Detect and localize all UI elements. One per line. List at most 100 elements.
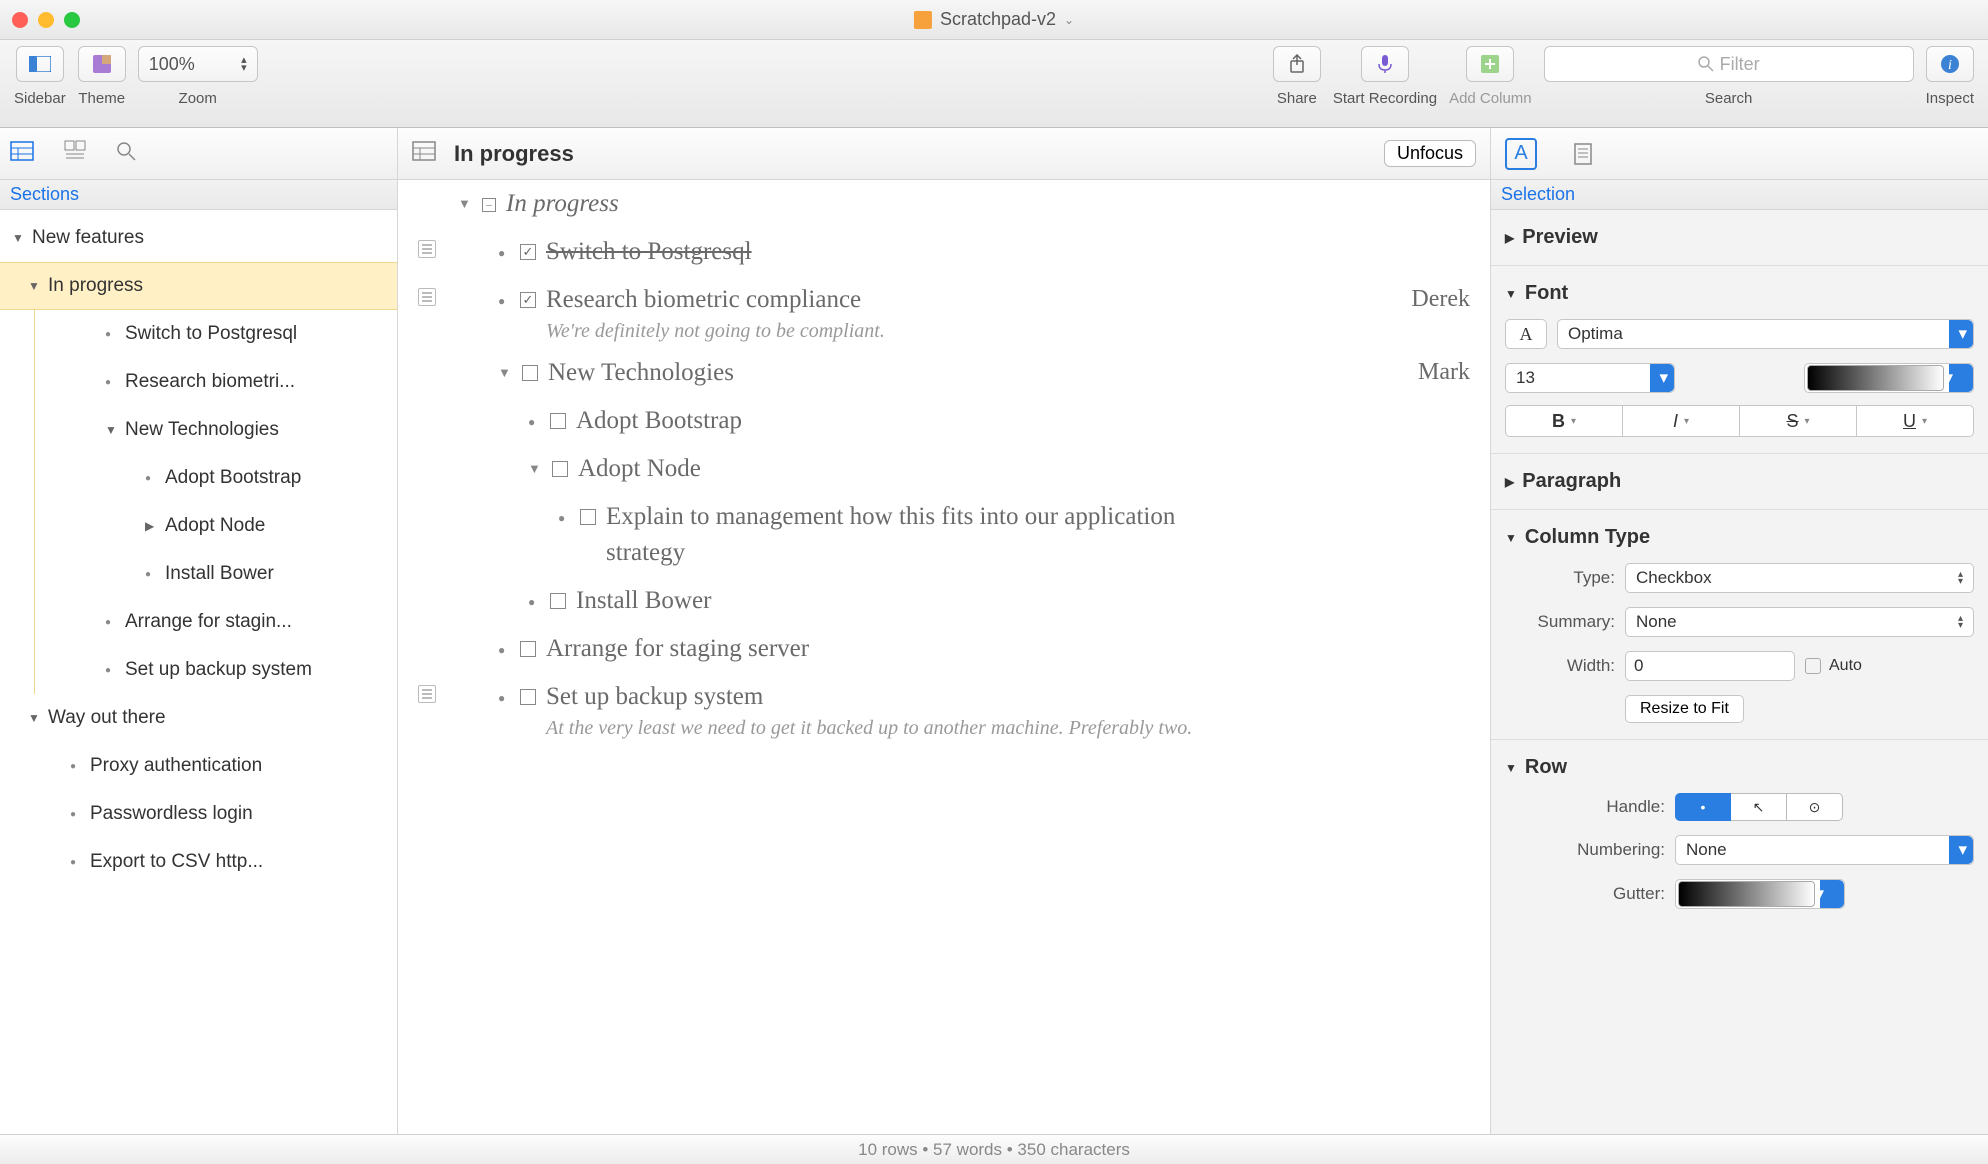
sidebar-button[interactable] bbox=[16, 46, 64, 82]
handle-option-2[interactable]: ↖ bbox=[1731, 793, 1787, 821]
note-icon[interactable] bbox=[418, 288, 436, 306]
mixed-checkbox-icon[interactable]: – bbox=[482, 198, 496, 212]
outline-row-adopt-bootstrap[interactable]: ● Adopt Bootstrap bbox=[398, 397, 1490, 445]
bullet-icon: ● bbox=[105, 329, 119, 340]
sidebar-item-new-features[interactable]: ▼ New features bbox=[0, 214, 397, 262]
outline-row-switch-pg[interactable]: ● ✓ Switch to Postgresql bbox=[398, 228, 1490, 276]
sidebar-item-install-bower[interactable]: ● Install Bower bbox=[35, 550, 397, 598]
width-input[interactable]: 0 bbox=[1625, 651, 1795, 681]
checkbox-unchecked[interactable] bbox=[520, 689, 536, 705]
disclosure-triangle-icon[interactable]: ▼ bbox=[458, 186, 472, 212]
outline-icon[interactable] bbox=[412, 141, 436, 167]
theme-icon bbox=[93, 55, 111, 73]
bullet-icon: ● bbox=[498, 631, 510, 658]
main-title: In progress bbox=[454, 141, 1366, 167]
minimize-button[interactable] bbox=[38, 12, 54, 28]
handle-option-1[interactable]: • bbox=[1675, 793, 1731, 821]
find-tab[interactable] bbox=[116, 141, 136, 167]
font-color-select[interactable]: ▾ bbox=[1804, 363, 1974, 393]
checkbox-unchecked[interactable] bbox=[552, 461, 568, 477]
chevron-down-icon: ▾ bbox=[1958, 840, 1967, 860]
handle-option-3[interactable]: ⊙ bbox=[1787, 793, 1843, 821]
italic-button[interactable]: I▾ bbox=[1623, 405, 1740, 437]
checkbox-unchecked[interactable] bbox=[522, 365, 538, 381]
inspector-row-header[interactable]: ▼ Row bbox=[1505, 756, 1974, 779]
inspect-label: Inspect bbox=[1926, 90, 1974, 107]
outline-row-arrange-staging[interactable]: ● Arrange for staging server bbox=[398, 625, 1490, 673]
outline-row-setup-backup[interactable]: ● Set up backup system At the very least… bbox=[398, 673, 1490, 746]
search-input[interactable]: Filter bbox=[1544, 46, 1914, 82]
checkbox-unchecked[interactable] bbox=[550, 593, 566, 609]
strikethrough-button[interactable]: S▾ bbox=[1740, 405, 1857, 437]
sidebar-tree: ▼ New features ▼ In progress ● Switch to… bbox=[0, 210, 397, 1134]
sidebar-item-export-csv[interactable]: ● Export to CSV http... bbox=[0, 838, 397, 886]
start-recording-button[interactable] bbox=[1361, 46, 1409, 82]
sidebar-item-new-tech[interactable]: ▼ New Technologies bbox=[35, 406, 397, 454]
assignee: Mark bbox=[1418, 355, 1470, 386]
disclosure-triangle-icon[interactable]: ▶ bbox=[145, 519, 159, 533]
checkbox-unchecked[interactable] bbox=[550, 413, 566, 429]
outline-row-install-bower[interactable]: ● Install Bower bbox=[398, 577, 1490, 625]
sidebar-item-passwordless[interactable]: ● Passwordless login bbox=[0, 790, 397, 838]
type-select[interactable]: Checkbox ▴▾ bbox=[1625, 563, 1974, 593]
gutter-select[interactable]: ▾ bbox=[1675, 879, 1845, 909]
outline-row-research-bio[interactable]: ● ✓ Research biometric compliance We're … bbox=[398, 276, 1490, 349]
checkbox-unchecked[interactable] bbox=[580, 509, 596, 525]
resize-to-fit-button[interactable]: Resize to Fit bbox=[1625, 695, 1744, 723]
font-family-select[interactable]: Optima ▾ bbox=[1557, 319, 1974, 349]
sidebar-item-switch-pg[interactable]: ● Switch to Postgresql bbox=[35, 310, 397, 358]
checkbox-checked[interactable]: ✓ bbox=[520, 244, 536, 260]
numbering-select[interactable]: None ▾ bbox=[1675, 835, 1974, 865]
disclosure-triangle-icon[interactable]: ▼ bbox=[498, 355, 512, 381]
checkbox-unchecked[interactable] bbox=[520, 641, 536, 657]
disclosure-triangle-icon[interactable]: ▼ bbox=[528, 451, 542, 477]
sidebar-item-research-bio[interactable]: ● Research biometri... bbox=[35, 358, 397, 406]
width-label: Width: bbox=[1505, 656, 1615, 676]
styles-tab[interactable] bbox=[64, 140, 86, 168]
outline-row-adopt-node[interactable]: ▼ Adopt Node bbox=[398, 445, 1490, 493]
handle-segmented[interactable]: • ↖ ⊙ bbox=[1675, 793, 1843, 821]
close-button[interactable] bbox=[12, 12, 28, 28]
disclosure-triangle-icon[interactable]: ▼ bbox=[105, 423, 119, 437]
sidebar-item-proxy-auth[interactable]: ● Proxy authentication bbox=[0, 742, 397, 790]
outline-row-new-tech[interactable]: ▼ New Technologies Mark bbox=[398, 349, 1490, 397]
summary-select[interactable]: None ▴▾ bbox=[1625, 607, 1974, 637]
sidebar-item-way-out[interactable]: ▼ Way out there bbox=[0, 694, 397, 742]
zoom-select[interactable]: 100% ▴▾ bbox=[138, 46, 258, 82]
underline-button[interactable]: U▾ bbox=[1857, 405, 1974, 437]
sidebar-item-adopt-bootstrap[interactable]: ● Adopt Bootstrap bbox=[35, 454, 397, 502]
disclosure-triangle-icon[interactable]: ▼ bbox=[12, 231, 26, 245]
outline-body[interactable]: ▼ – In progress ● ✓ Switch to Postgresql… bbox=[398, 180, 1490, 1134]
disclosure-triangle-icon[interactable]: ▼ bbox=[28, 279, 42, 293]
color-gradient-icon bbox=[1807, 365, 1944, 391]
sidebar-item-adopt-node[interactable]: ▶ Adopt Node bbox=[35, 502, 397, 550]
inspector-tab-selection[interactable]: A bbox=[1505, 138, 1537, 170]
sections-tab[interactable] bbox=[10, 141, 34, 167]
sidebar-item-setup-backup[interactable]: ● Set up backup system bbox=[35, 646, 397, 694]
auto-checkbox[interactable] bbox=[1805, 658, 1821, 674]
inspector-paragraph-header[interactable]: ▶ Paragraph bbox=[1505, 470, 1974, 493]
inspector-column-type-header[interactable]: ▼ Column Type bbox=[1505, 526, 1974, 549]
color-gradient-icon bbox=[1678, 881, 1815, 907]
note-icon[interactable] bbox=[418, 240, 436, 258]
window-title[interactable]: Scratchpad-v2 ⌄ bbox=[914, 9, 1074, 30]
sidebar-item-in-progress[interactable]: ▼ In progress bbox=[0, 262, 397, 310]
bold-button[interactable]: B▾ bbox=[1505, 405, 1623, 437]
checkbox-checked[interactable]: ✓ bbox=[520, 292, 536, 308]
inspector-preview-header[interactable]: ▶ Preview bbox=[1505, 226, 1974, 249]
sidebar-item-arrange-staging[interactable]: ● Arrange for stagin... bbox=[35, 598, 397, 646]
unfocus-button[interactable]: Unfocus bbox=[1384, 140, 1476, 167]
share-button[interactable] bbox=[1273, 46, 1321, 82]
outline-section-heading[interactable]: ▼ – In progress bbox=[398, 180, 1490, 228]
inspect-button[interactable]: i bbox=[1926, 46, 1974, 82]
theme-button[interactable] bbox=[78, 46, 126, 82]
font-panel-button[interactable]: A bbox=[1505, 319, 1547, 349]
note-icon[interactable] bbox=[418, 685, 436, 703]
font-size-select[interactable]: 13 ▾ bbox=[1505, 363, 1675, 393]
inspector-font-header[interactable]: ▼ Font bbox=[1505, 282, 1974, 305]
inspector-tab-document[interactable] bbox=[1567, 138, 1599, 170]
maximize-button[interactable] bbox=[64, 12, 80, 28]
disclosure-triangle-icon[interactable]: ▼ bbox=[28, 711, 42, 725]
outline-row-explain-mgmt[interactable]: ● Explain to management how this fits in… bbox=[398, 493, 1490, 577]
add-column-button[interactable] bbox=[1466, 46, 1514, 82]
